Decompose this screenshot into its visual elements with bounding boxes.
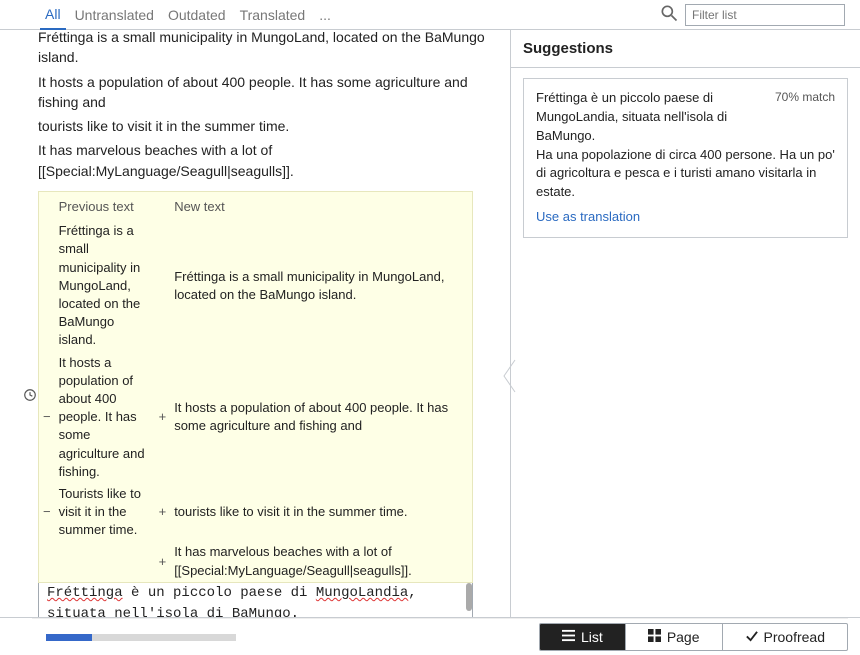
tab-outdated[interactable]: Outdated <box>163 1 231 29</box>
diff-sign: + <box>155 483 171 542</box>
suggestion-body: Ha una popolazione di circa 400 persone.… <box>536 146 835 203</box>
tab-more[interactable]: ... <box>314 1 336 29</box>
suggestion-match: 70% match <box>775 89 835 106</box>
diff-sign <box>39 541 55 581</box>
main: Fréttinga is a small municipality in Mun… <box>0 30 860 618</box>
diff-new-cell: It hosts a population of about 400 peopl… <box>170 352 472 483</box>
left-column: Fréttinga is a small municipality in Mun… <box>0 30 510 618</box>
source-text: Fréttinga is a small municipality in Mun… <box>20 30 510 191</box>
tab-all[interactable]: All <box>40 0 66 30</box>
tab-translated[interactable]: Translated <box>235 1 311 29</box>
source-line: It hosts a population of about 400 peopl… <box>38 72 496 92</box>
diff-new-cell: It has marvelous beaches with a lot of [… <box>170 541 472 581</box>
tab-untranslated[interactable]: Untranslated <box>70 1 159 29</box>
source-line: island. <box>38 47 496 67</box>
search-icon <box>659 3 679 26</box>
diff-block: Previous text New text Fréttinga is a sm… <box>38 191 473 583</box>
diff-new-cell: Fréttinga is a small municipality in Mun… <box>170 220 472 351</box>
suggestion-item: 70% match Fréttinga è un piccolo paese d… <box>523 78 848 238</box>
progress-fill <box>46 634 92 641</box>
view-page-label: Page <box>667 629 700 645</box>
diff-sign: − <box>39 352 55 483</box>
check-icon <box>745 629 758 645</box>
progress-bar <box>46 634 236 641</box>
diff-sign: + <box>155 541 171 581</box>
diff-header-prev: Previous text <box>55 192 155 220</box>
view-proofread-label: Proofread <box>764 629 825 645</box>
bottom-bar: List Page Proofread <box>32 618 848 655</box>
view-page-button[interactable]: Page <box>625 624 722 650</box>
scrollbar-thumb[interactable] <box>466 583 472 611</box>
right-column: Suggestions 70% match Fréttinga è un pic… <box>510 30 860 618</box>
diff-sign <box>155 220 171 351</box>
diff-prev-cell <box>55 541 155 581</box>
view-list-button[interactable]: List <box>540 624 625 650</box>
source-line: tourists like to visit it in the summer … <box>38 116 496 136</box>
view-proofread-button[interactable]: Proofread <box>722 624 847 650</box>
diff-prev-cell: Tourists like to visit it in the summer … <box>55 483 155 542</box>
diff-sign <box>39 220 55 351</box>
source-line: Fréttinga is a small municipality in Mun… <box>38 30 496 47</box>
translation-textarea[interactable]: Fréttinga è un piccolo paese di MungoLan… <box>38 583 473 618</box>
source-line: [[Special:MyLanguage/Seagull|seagulls]]. <box>38 161 496 181</box>
diff-prev-cell: It hosts a population of about 400 peopl… <box>55 352 155 483</box>
diff-sign: + <box>155 352 171 483</box>
filter-input[interactable] <box>685 4 845 26</box>
source-line: fishing and <box>38 92 496 112</box>
diff-sign: − <box>39 483 55 542</box>
filter-wrap <box>659 3 845 26</box>
diff-header-new: New text <box>170 192 472 220</box>
history-icon[interactable] <box>23 388 37 405</box>
suggestions-title: Suggestions <box>511 30 860 68</box>
view-mode-group: List Page Proofread <box>539 623 848 651</box>
diff-new-cell: tourists like to visit it in the summer … <box>170 483 472 542</box>
source-line: It has marvelous beaches with a lot of <box>38 140 496 160</box>
grid-icon <box>648 629 661 645</box>
filter-tabs: All Untranslated Outdated Translated ... <box>0 0 860 30</box>
diff-prev-cell: Fréttinga is a small municipality in Mun… <box>55 220 155 351</box>
use-translation-link[interactable]: Use as translation <box>536 208 640 227</box>
view-list-label: List <box>581 629 603 645</box>
list-icon <box>562 629 575 645</box>
